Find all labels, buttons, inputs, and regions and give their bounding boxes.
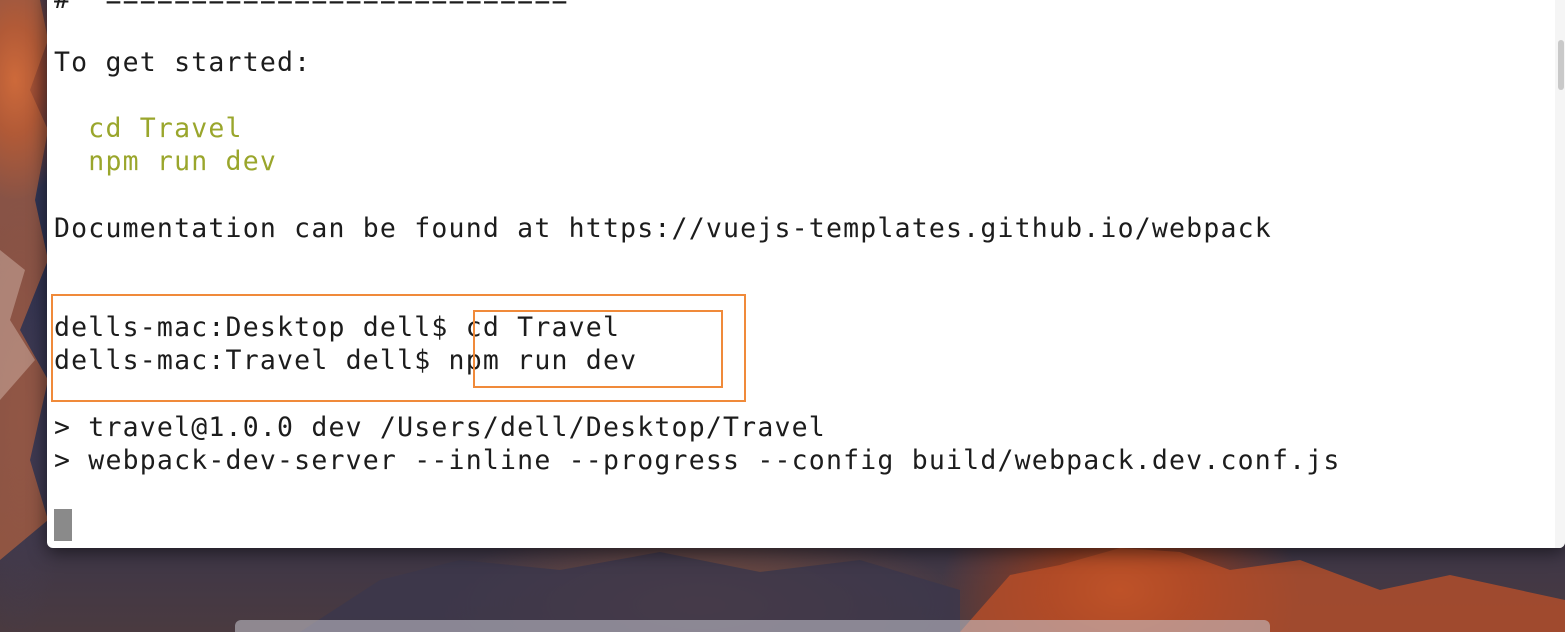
terminal-window[interactable]: # =========================== To get sta…	[47, 0, 1565, 548]
terminal-prompt-npm-run-dev: dells-mac:Travel dell$ npm run dev	[54, 345, 638, 376]
dock[interactable]	[235, 620, 1270, 632]
scrollbar[interactable]	[1555, 0, 1565, 548]
terminal-line-documentation: Documentation can be found at https://vu…	[54, 213, 1272, 244]
scrollbar-thumb[interactable]	[1558, 40, 1564, 90]
terminal-line-hint-npm: npm run dev	[54, 146, 278, 177]
terminal-prompt-cd-travel: dells-mac:Desktop dell$ cd Travel	[54, 312, 621, 343]
terminal-cursor	[54, 509, 72, 541]
terminal-output-script: > travel@1.0.0 dev /Users/dell/Desktop/T…	[54, 412, 826, 443]
terminal-line-hint-cd: cd Travel	[54, 113, 243, 144]
terminal-output-command: > webpack-dev-server --inline --progress…	[54, 445, 1341, 476]
terminal-line-separator: # ===========================	[54, 0, 569, 16]
terminal-line-get-started: To get started:	[54, 47, 312, 78]
